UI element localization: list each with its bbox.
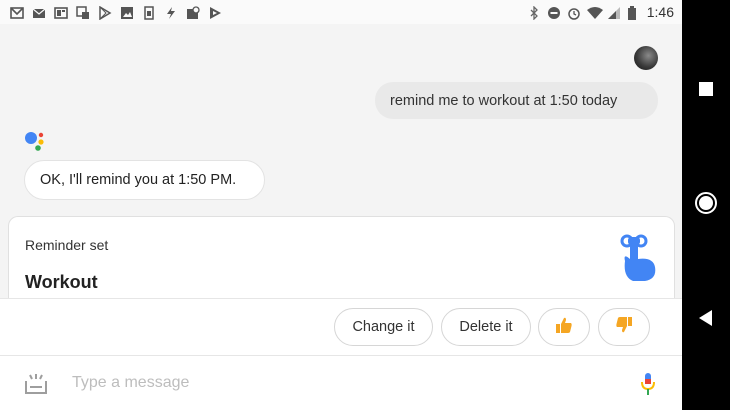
reminder-card-title: Reminder set [25, 237, 109, 253]
gmail-icon [10, 5, 24, 19]
back-icon [698, 310, 714, 330]
message-input[interactable] [72, 368, 612, 398]
back-button[interactable] [682, 296, 730, 344]
notification-icons [10, 4, 222, 21]
reminder-card[interactable]: Reminder set Workout [8, 216, 675, 298]
sim-icon [142, 5, 156, 20]
image-icon [120, 5, 134, 19]
system-status: 1:46 [527, 3, 674, 21]
play-store-icon [98, 5, 112, 21]
delete-it-chip[interactable]: Delete it [441, 308, 531, 346]
thumbs-down-chip[interactable] [598, 308, 650, 346]
status-bar: 1:46 [0, 0, 682, 24]
suggestion-chips: Change it Delete it [0, 298, 682, 355]
assistant-screen: 1:46 remind me to workout at 1:50 today … [0, 0, 682, 410]
battery-icon [627, 5, 641, 20]
android-nav-bar [682, 0, 730, 410]
bluetooth-icon [527, 5, 541, 21]
reminder-finger-icon [613, 231, 659, 283]
user-avatar[interactable] [634, 46, 658, 70]
signal-icon [607, 5, 621, 19]
news-icon [54, 5, 68, 19]
do-not-disturb-icon [547, 5, 561, 19]
clock: 1:46 [646, 4, 674, 20]
microphone-icon[interactable] [640, 371, 656, 397]
assistant-message-bubble: OK, I'll remind you at 1:50 PM. [24, 160, 265, 200]
photos-icon [76, 5, 90, 19]
google-assistant-logo-icon [24, 128, 48, 152]
maps-icon [186, 5, 200, 19]
thumbs-down-icon [615, 316, 633, 338]
reminder-name: Workout [25, 272, 98, 292]
recents-button[interactable] [682, 66, 730, 114]
flash-icon [164, 5, 178, 19]
thumbs-up-icon [555, 316, 573, 338]
home-icon [694, 191, 718, 219]
user-message-bubble: remind me to workout at 1:50 today [375, 82, 658, 119]
change-it-chip[interactable]: Change it [334, 308, 433, 346]
recents-icon [699, 81, 713, 100]
message-input-bar [0, 355, 682, 410]
play-icon [208, 5, 222, 19]
alarm-icon [567, 5, 581, 20]
home-button[interactable] [682, 181, 730, 229]
wifi-icon [586, 5, 603, 19]
mail-icon [32, 5, 46, 19]
keyboard-icon[interactable] [24, 373, 48, 395]
thumbs-up-chip[interactable] [538, 308, 590, 346]
